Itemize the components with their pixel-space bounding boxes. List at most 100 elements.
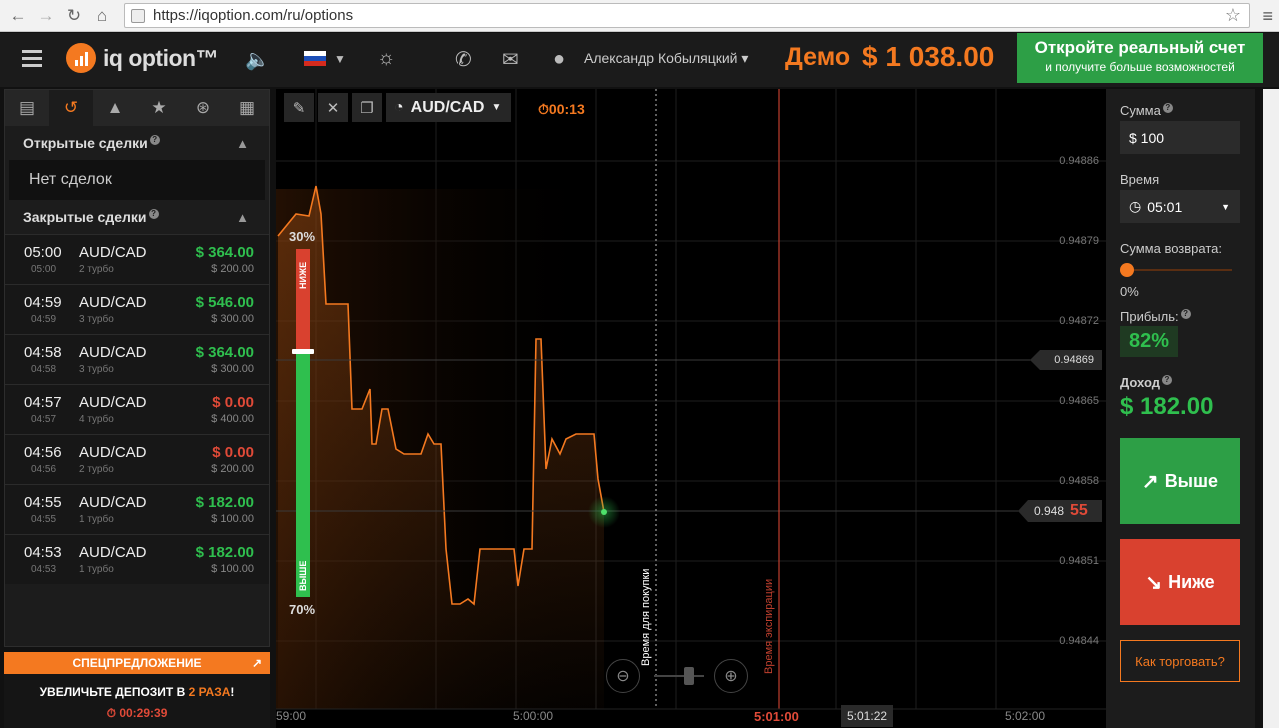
help-icon[interactable]: ? [1180, 309, 1191, 319]
forward-icon[interactable]: → [32, 2, 60, 30]
special-offer-bar[interactable]: СПЕЦПРЕДЛОЖЕНИЕ ↗ [4, 652, 270, 674]
special-offer-body[interactable]: УВЕЛИЧЬТЕ ДЕПОЗИТ В 2 РАЗА! ⏱ 00:29:39 [4, 674, 270, 728]
deal-time: 04:58 [24, 344, 62, 361]
tab-portfolio[interactable]: ▤ [5, 90, 49, 126]
language-flag-icon[interactable] [304, 51, 326, 66]
deal-pair: AUD/CAD [79, 544, 147, 561]
price-chart[interactable] [276, 89, 1106, 728]
time-label: 5:00:00 [513, 709, 554, 723]
return-slider[interactable] [1128, 269, 1232, 271]
logo[interactable]: iq option™ [66, 43, 219, 73]
current-price-tag: 0.948 55 [1018, 500, 1102, 522]
pin-icon[interactable]: ▲ [236, 136, 249, 151]
deal-row[interactable]: 04:56 04:56 AUD/CAD 2 турбо $ 0.00 $ 200.00 [5, 434, 269, 484]
tab-signals[interactable]: ⊛ [181, 90, 225, 126]
tab-history[interactable]: ↺ [49, 90, 93, 126]
pin-icon[interactable]: ▲ [236, 210, 249, 225]
user-icon[interactable]: ● [553, 48, 565, 71]
deal-stake: $ 400.00 [211, 413, 254, 425]
zoom-out-icon[interactable]: ⊖ [606, 659, 640, 693]
sentiment-lower-label: НИЖЕ [298, 261, 308, 289]
lower-button[interactable]: ↘ Ниже [1120, 539, 1240, 625]
browser-menu-icon[interactable]: ≡ [1262, 6, 1273, 27]
deal-result: $ 546.00 [195, 294, 254, 311]
deal-time: 04:53 [24, 544, 62, 561]
account-mode[interactable]: Демо [785, 43, 850, 72]
logo-mark-icon [66, 43, 96, 73]
deals-panel: ▤ ↺ ▲ ★ ⊛ ▦ Открытые сделки? ▲ Нет сдело… [4, 89, 270, 647]
phone-icon[interactable]: ✆ [455, 47, 472, 72]
how-to-trade-button[interactable]: Как торговать? [1120, 640, 1240, 682]
chevron-down-icon[interactable]: ▼ [334, 52, 346, 66]
deal-stake: $ 100.00 [211, 563, 254, 575]
theme-icon[interactable]: ☼ [377, 47, 395, 70]
deal-row[interactable]: 04:59 04:59 AUD/CAD 3 турбо $ 546.00 $ 300.00 [5, 284, 269, 334]
open-real-account-button[interactable]: Откройте реальный счет и получите больше… [1017, 33, 1263, 83]
deal-row[interactable]: 04:58 04:58 AUD/CAD 3 турбо $ 364.00 $ 300.00 [5, 334, 269, 384]
return-value: 0% [1120, 284, 1139, 299]
price-level-label: 0.94858 [1059, 475, 1099, 487]
help-icon[interactable]: ? [148, 209, 159, 219]
help-icon[interactable]: ? [149, 135, 160, 145]
chevron-down-icon: ▼ [491, 102, 502, 113]
deal-result: $ 0.00 [212, 444, 254, 461]
help-icon[interactable]: ? [1162, 103, 1173, 113]
tab-charts[interactable]: ▲ [93, 90, 137, 126]
deal-row[interactable]: 04:53 04:53 AUD/CAD 1 турбо $ 182.00 $ 100.00 [5, 534, 269, 584]
time-label: 59:00 [276, 709, 307, 723]
copy-icon[interactable]: ❐ [352, 93, 382, 122]
deal-time: 04:59 [24, 294, 62, 311]
pencil-icon[interactable]: ✎ [284, 93, 314, 122]
left-tabs: ▤ ↺ ▲ ★ ⊛ ▦ [5, 90, 269, 126]
deal-time-small: 04:55 [31, 514, 57, 525]
deal-type: 3 турбо [79, 314, 114, 325]
page-scrollbar[interactable] [1263, 89, 1279, 728]
tab-traders[interactable]: ★ [137, 90, 181, 126]
zoom-slider-handle[interactable] [684, 667, 694, 685]
user-name[interactable]: Александр Кобыляцкий ▾ [584, 50, 748, 67]
address-bar[interactable]: https://iqoption.com/ru/options ☆ [124, 3, 1250, 28]
special-offer-title: СПЕЦПРЕДЛОЖЕНИЕ [72, 656, 202, 670]
return-slider-thumb[interactable] [1120, 263, 1134, 277]
trend-down-icon: ↘ [1145, 571, 1163, 594]
external-link-icon[interactable]: ↗ [252, 652, 262, 674]
deal-type: 2 турбо [79, 264, 114, 275]
chart-area[interactable]: ✎ ✕ ❐ ◔ AUD/CAD ▼ ⏱00:13 30% 70% НИЖЕ ВЫ… [276, 89, 1106, 728]
deal-time: 05:00 [24, 244, 62, 261]
profit-value: 82% [1120, 326, 1178, 357]
deal-type: 3 турбо [79, 364, 114, 375]
zoom-slider[interactable] [654, 675, 704, 677]
higher-button[interactable]: ↗ Выше [1120, 438, 1240, 524]
asset-selector[interactable]: ◔ AUD/CAD ▼ [386, 93, 512, 122]
reload-icon[interactable]: ↻ [60, 2, 88, 30]
close-icon[interactable]: ✕ [318, 93, 348, 122]
pie-icon: ◔ [394, 98, 404, 116]
balance[interactable]: $ 1 038.00 [862, 41, 994, 73]
amount-input[interactable]: $ 100 [1120, 121, 1240, 154]
bookmark-star-icon[interactable]: ☆ [1225, 5, 1241, 26]
current-time: 5:01:22 [841, 705, 894, 727]
deal-result: $ 182.00 [195, 494, 254, 511]
deal-type: 2 турбо [79, 464, 114, 475]
deal-pair: AUD/CAD [79, 244, 147, 261]
deal-row[interactable]: 04:57 04:57 AUD/CAD 4 турбо $ 0.00 $ 400.00 [5, 384, 269, 434]
open-deals-title: Открытые сделки [23, 135, 148, 151]
deal-time: 04:57 [24, 394, 62, 411]
deal-result: $ 0.00 [212, 394, 254, 411]
deal-time-small: 04:56 [31, 464, 57, 475]
expiry-time-select[interactable]: ◷ 05:01 ▼ [1120, 190, 1240, 223]
deal-row[interactable]: 05:00 05:00 AUD/CAD 2 турбо $ 364.00 $ 200.00 [5, 234, 269, 284]
real-account-subtitle: и получите больше возможностей [1045, 60, 1235, 74]
help-icon[interactable]: ? [1161, 375, 1172, 385]
menu-icon[interactable] [22, 50, 42, 67]
back-icon[interactable]: ← [4, 2, 32, 30]
home-icon[interactable]: ⌂ [88, 2, 116, 30]
deal-time: 04:56 [24, 444, 62, 461]
mail-icon[interactable]: ✉ [502, 47, 519, 72]
page-icon [131, 8, 145, 23]
zoom-in-icon[interactable]: ⊕ [714, 659, 748, 693]
deal-row[interactable]: 04:55 04:55 AUD/CAD 1 турбо $ 182.00 $ 100.00 [5, 484, 269, 534]
sound-icon[interactable]: 🔈 [245, 47, 270, 72]
tab-news[interactable]: ▦ [225, 90, 269, 126]
logo-text: iq option™ [103, 44, 219, 71]
